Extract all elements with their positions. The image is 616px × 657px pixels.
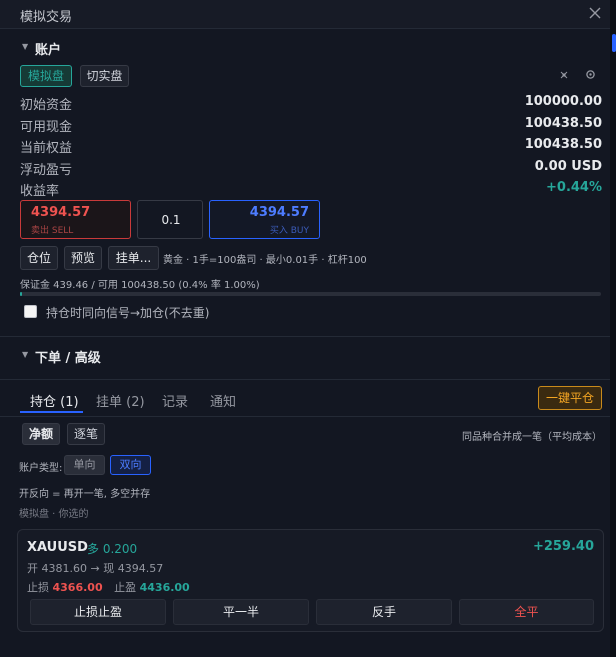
active-tab-underline (20, 411, 83, 413)
sl-label: 止损 (27, 581, 49, 594)
tab-records[interactable]: 记录 (162, 391, 188, 410)
tab-positions[interactable]: 持仓 (1) (30, 391, 79, 410)
section-divider (0, 336, 610, 337)
position-pnl: +259.40 (532, 539, 594, 554)
mode-live-button[interactable]: 切实盘 (80, 65, 129, 87)
preview-button[interactable]: 预览 (64, 246, 102, 270)
sell-button[interactable]: 4394.57 卖出 SELL (20, 200, 131, 239)
floating-pnl-value: 0.00 USD (534, 159, 602, 174)
position-button[interactable]: 仓位 (20, 246, 58, 270)
return-rate-label: 收益率 (20, 184, 60, 199)
tab-pending[interactable]: 挂单 (2) (96, 391, 145, 410)
equity-value: 100438.50 (524, 137, 602, 152)
scroll-edge (610, 0, 616, 657)
buy-price: 4394.57 (249, 205, 309, 220)
source-note: 模拟盘 · 你选的 (19, 509, 89, 520)
account-type-oneway[interactable]: 单向 (64, 455, 105, 475)
contract-info: 黄金 · 1手=100盎司 · 最小0.01手 · 杠杆100 (163, 255, 367, 266)
title-bar (0, 0, 610, 29)
open-label: 开 (27, 562, 38, 575)
account-section-title[interactable]: 账户 (35, 39, 61, 58)
close-icon[interactable] (588, 6, 602, 20)
tp-value: 4436.00 (139, 581, 190, 594)
position-sltp: 止损 4366.00 止盈 4436.00 (27, 579, 190, 595)
collapse-caret-icon[interactable]: ▼ (22, 42, 28, 51)
order-section-title[interactable]: 下单 / 高级 (35, 347, 101, 366)
side-tab-indicator[interactable] (612, 34, 616, 52)
sell-price: 4394.57 (31, 205, 91, 220)
now-label: 现 (103, 562, 115, 575)
now-price: 4394.57 (117, 562, 164, 575)
view-net-button[interactable]: 净额 (22, 423, 60, 445)
margin-bar (20, 292, 601, 296)
mode-sim-button[interactable]: 模拟盘 (20, 65, 72, 87)
gear-icon[interactable] (585, 69, 596, 80)
add-position-checkbox[interactable] (24, 305, 37, 318)
arrow-icon: → (90, 562, 100, 575)
close-all-button[interactable]: 一键平仓 (538, 386, 602, 410)
section-divider (0, 379, 610, 380)
sell-label: 卖出 SELL (31, 226, 74, 236)
account-type-hedge[interactable]: 双向 (110, 455, 151, 475)
close-half-button[interactable]: 平一半 (173, 599, 309, 625)
buy-label: 买入 BUY (269, 226, 309, 236)
sl-tp-button[interactable]: 止损止盈 (30, 599, 166, 625)
margin-text: 保证金 439.46 / 可用 100438.50 (0.4% 率 1.00%) (20, 280, 260, 291)
tp-label: 止盈 (114, 581, 137, 594)
floating-pnl-label: 浮动盈亏 (20, 163, 73, 178)
initial-capital-value: 100000.00 (524, 94, 602, 109)
margin-bar-fill (20, 292, 23, 296)
sl-value: 4366.00 (52, 581, 103, 594)
account-type-label: 账户类型: (19, 463, 63, 474)
collapse-caret-icon[interactable]: ▼ (22, 350, 28, 359)
pending-order-button[interactable]: 挂单... (108, 246, 159, 270)
tab-notifications[interactable]: 通知 (210, 391, 236, 410)
buy-button[interactable]: 4394.57 买入 BUY (209, 200, 320, 239)
available-cash-value: 100438.50 (524, 116, 602, 131)
merge-note: 同品种合并成一笔（平均成本） (462, 432, 602, 443)
pin-icon[interactable] (559, 69, 569, 79)
position-prices: 开 4381.60 → 现 4394.57 (27, 560, 163, 576)
add-position-label: 持仓时同向信号→加仓(不去重) (46, 306, 210, 320)
hedge-note: 开反向 = 再开一笔, 多空并存 (19, 489, 151, 500)
position-symbol: XAUUSD (27, 540, 88, 555)
view-per-trade-button[interactable]: 逐笔 (67, 423, 105, 445)
tabs-divider (0, 416, 610, 417)
equity-label: 当前权益 (20, 141, 73, 156)
reverse-button[interactable]: 反手 (316, 599, 452, 625)
return-rate-value: +0.44% (546, 180, 602, 195)
quantity-input[interactable]: 0.1 (137, 200, 203, 239)
window-title: 模拟交易 (20, 10, 73, 25)
available-cash-label: 可用现金 (20, 120, 73, 135)
position-card: XAUUSD 多 0.200 +259.40 开 4381.60 → 现 439… (17, 529, 604, 632)
initial-capital-label: 初始资金 (20, 98, 73, 113)
close-all-position-button[interactable]: 全平 (459, 599, 594, 625)
open-price: 4381.60 (41, 562, 88, 575)
position-side-qty: 多 0.200 (87, 542, 138, 556)
quantity-value: 0.1 (161, 213, 181, 227)
